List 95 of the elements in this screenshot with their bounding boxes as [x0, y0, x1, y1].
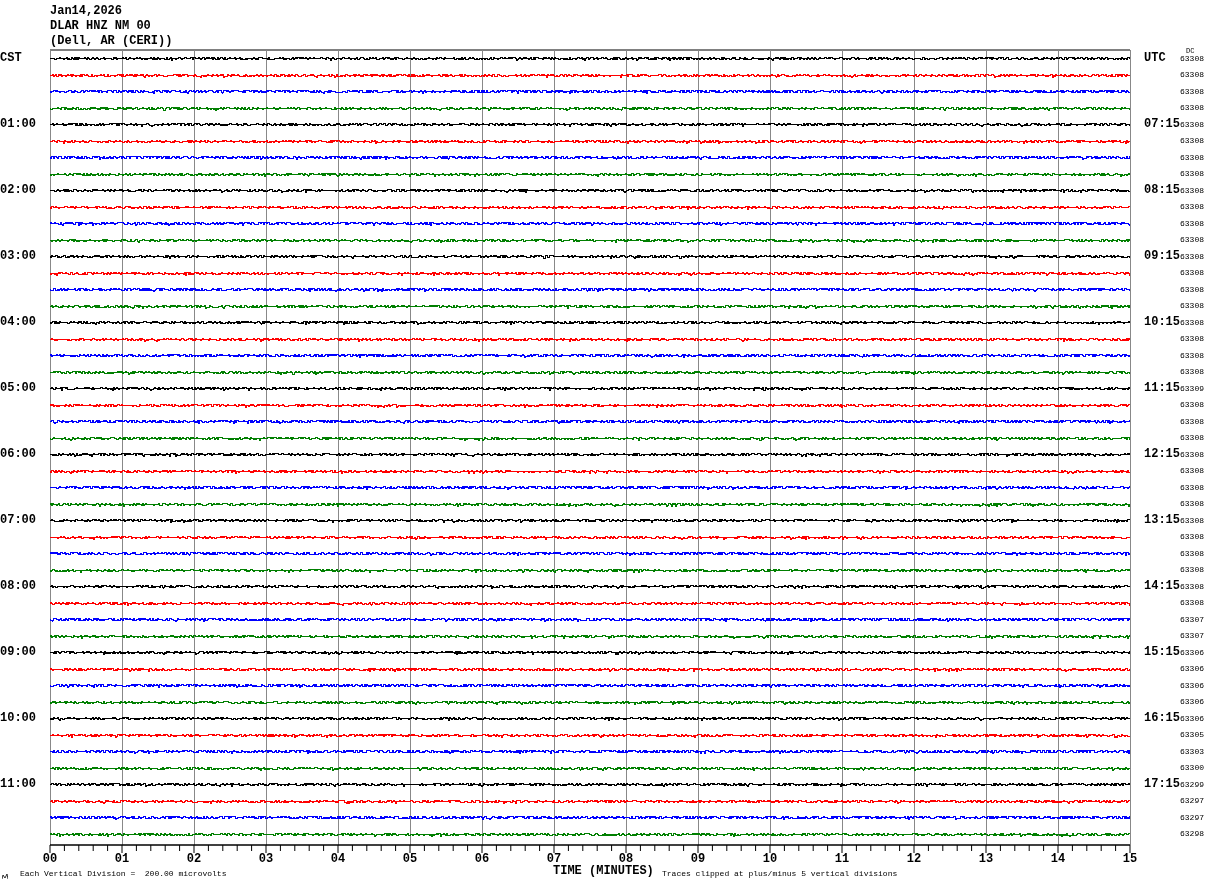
time-label: 07:15 [1144, 118, 1180, 131]
tick-label: 10 [762, 852, 778, 866]
time-label: 05:00 [0, 382, 36, 395]
axis-title: TIME (MINUTES) [553, 865, 655, 877]
time-label: 15:15 [1144, 646, 1180, 659]
dc-value: 63308 [1180, 400, 1204, 410]
dc-value: 63303 [1180, 746, 1204, 756]
time-label: 09:00 [0, 646, 36, 659]
header-line: Jan14,2026 [50, 4, 122, 19]
time-label: 08:15 [1144, 184, 1180, 197]
dc-value: 63308 [1180, 136, 1204, 146]
dc-value: 63308 [1180, 218, 1204, 228]
time-label: 11:15 [1144, 382, 1180, 395]
dc-value: 63308 [1180, 548, 1204, 558]
tick-label: 15 [1122, 852, 1138, 866]
scale-note: Each Vertical Division = 200.00 microvolts [20, 869, 228, 878]
tick-label: 14 [1050, 852, 1066, 866]
time-label: 11:00 [0, 778, 36, 791]
time-label: 06:00 [0, 448, 36, 461]
dc-value: 63306 [1180, 697, 1204, 707]
tick-label: 08 [618, 852, 634, 866]
time-label: 14:15 [1144, 580, 1180, 593]
dc-value: 63307 [1180, 614, 1204, 624]
header-line: (Dell, AR (CERI)) [50, 34, 173, 49]
tick-label: 04 [330, 852, 346, 866]
tick-label: 01 [114, 852, 130, 866]
dc-value: 63308 [1180, 152, 1204, 162]
clip-note: Traces clipped at plus/minus 5 vertical divisions [662, 869, 898, 878]
dc-value: 63308 [1180, 169, 1204, 179]
dc-value: 63308 [1180, 119, 1204, 129]
time-label: 16:15 [1144, 712, 1180, 725]
dc-value: 63308 [1180, 367, 1204, 377]
dc-value: 63308 [1180, 416, 1204, 426]
header-line: DLAR HNZ NM 00 [50, 19, 151, 34]
dc-value: 63297 [1180, 796, 1204, 806]
tick-label: 09 [690, 852, 706, 866]
dc-value: 63308 [1180, 317, 1204, 327]
dc-value: 63305 [1180, 730, 1204, 740]
dc-value: 63308 [1180, 581, 1204, 591]
dc-value: 63308 [1180, 515, 1204, 525]
dc-value: 63308 [1180, 532, 1204, 542]
dc-value: 63306 [1180, 664, 1204, 674]
dc-value: 63308 [1180, 350, 1204, 360]
dc-value: 63308 [1180, 185, 1204, 195]
timezone-label: CST [0, 52, 22, 65]
tick-label: 00 [42, 852, 58, 866]
dc-value: 63308 [1180, 301, 1204, 311]
time-label: 10:15 [1144, 316, 1180, 329]
dc-value: 63308 [1180, 598, 1204, 608]
dc-value: 63299 [1180, 779, 1204, 789]
time-label: 01:00 [0, 118, 36, 131]
dc-value: 63308 [1180, 565, 1204, 575]
tick-label: 02 [186, 852, 202, 866]
dc-value: 63306 [1180, 680, 1204, 690]
dc-value: 63308 [1180, 86, 1204, 96]
tick-label: 03 [258, 852, 274, 866]
dc-value: 63307 [1180, 631, 1204, 641]
dc-value: 63308 [1180, 202, 1204, 212]
time-label: 10:00 [0, 712, 36, 725]
tick-label: 06 [474, 852, 490, 866]
time-label: 03:00 [0, 250, 36, 263]
dc-value: 63306 [1180, 713, 1204, 723]
dc-value: 63309 [1180, 383, 1204, 393]
dc-value: 63308 [1180, 235, 1204, 245]
dc-value: 63308 [1180, 53, 1204, 63]
logo-icon [2, 874, 8, 879]
timezone-label: UTC [1144, 52, 1166, 65]
time-label: 09:15 [1144, 250, 1180, 263]
dc-value: 63308 [1180, 70, 1204, 80]
time-label: 02:00 [0, 184, 36, 197]
tick-label: 13 [978, 852, 994, 866]
tick-label: 07 [546, 852, 562, 866]
dc-value: 63300 [1180, 763, 1204, 773]
dc-value: 63308 [1180, 268, 1204, 278]
tick-label: 12 [906, 852, 922, 866]
dc-value: 63308 [1180, 103, 1204, 113]
dc-value: 63308 [1180, 449, 1204, 459]
dc-value: 63308 [1180, 251, 1204, 261]
time-label: 07:00 [0, 514, 36, 527]
dc-value: 63308 [1180, 466, 1204, 476]
time-label: 04:00 [0, 316, 36, 329]
dc-value: 63298 [1180, 829, 1204, 839]
time-label: 17:15 [1144, 778, 1180, 791]
time-label: 13:15 [1144, 514, 1180, 527]
dc-value: 63308 [1180, 284, 1204, 294]
tick-label: 05 [402, 852, 418, 866]
time-label: 08:00 [0, 580, 36, 593]
dc-value: 63308 [1180, 499, 1204, 509]
tick-label: 11 [834, 852, 850, 866]
dc-value: 63308 [1180, 482, 1204, 492]
dc-value: 63306 [1180, 647, 1204, 657]
dc-value: 63308 [1180, 334, 1204, 344]
dc-value: 63308 [1180, 433, 1204, 443]
dc-value: 63297 [1180, 812, 1204, 822]
time-label: 12:15 [1144, 448, 1180, 461]
